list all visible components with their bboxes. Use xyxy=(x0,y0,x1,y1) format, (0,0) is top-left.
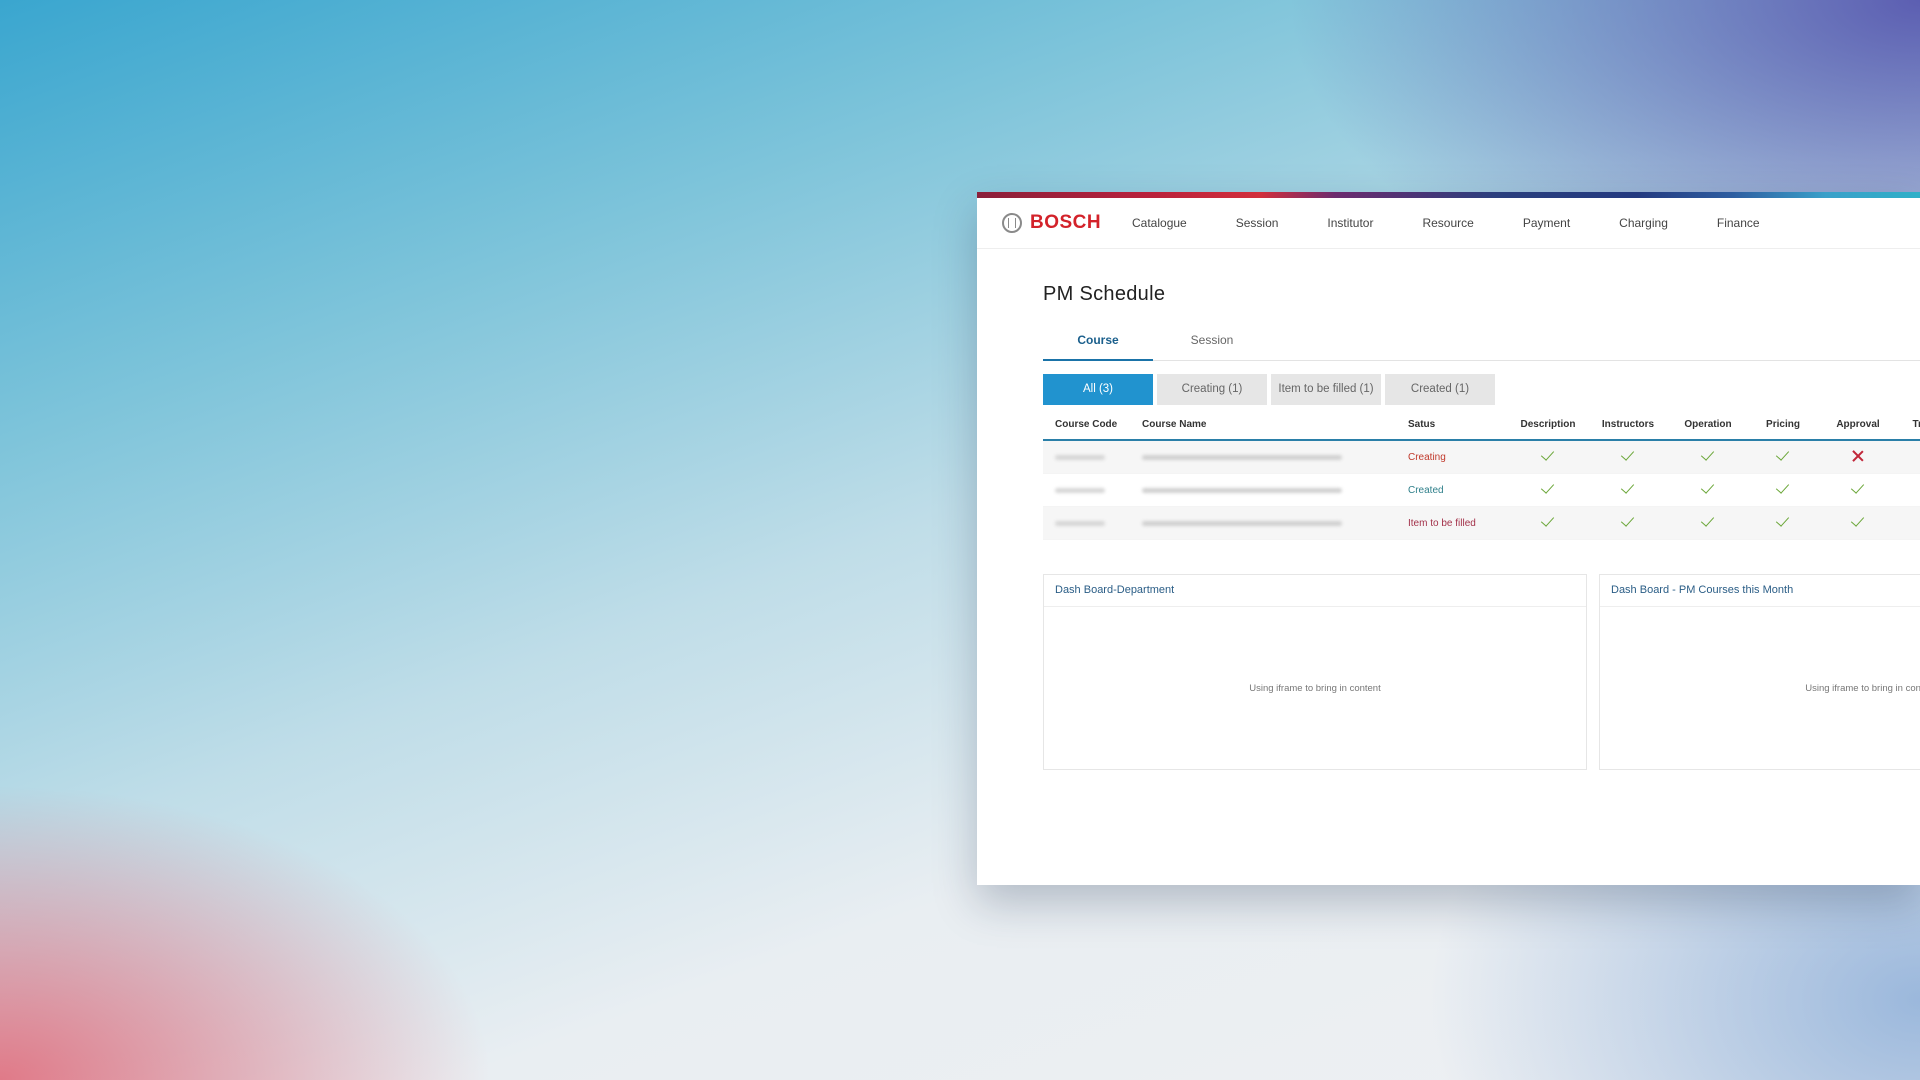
check-icon xyxy=(1700,481,1716,497)
table-header-row: Course Code Course Name Satus Descriptio… xyxy=(1043,409,1920,441)
column-header-course-name[interactable]: Course Name xyxy=(1142,409,1408,441)
column-header-operation[interactable]: Operation xyxy=(1668,409,1748,441)
course-code-cell xyxy=(1043,506,1142,540)
course-name-cell xyxy=(1142,506,1408,540)
brand-logo[interactable]: BOSCH xyxy=(1002,212,1132,234)
table-row[interactable]: Created xyxy=(1043,473,1920,507)
filter-all-button[interactable]: All (3) xyxy=(1043,374,1153,405)
column-header-status[interactable]: Satus xyxy=(1408,409,1508,441)
check-icon xyxy=(1775,514,1791,530)
cross-icon xyxy=(1850,448,1866,464)
top-navigation: BOSCH Catalogue Session Institutor Resou… xyxy=(977,198,1920,249)
check-icon xyxy=(1775,481,1791,497)
app-window: BOSCH Catalogue Session Institutor Resou… xyxy=(977,192,1920,885)
dashboard-pm-courses-panel: Dash Board - PM Courses this Month Using… xyxy=(1599,574,1920,770)
status-badge: Created xyxy=(1408,473,1508,507)
check-icon xyxy=(1620,448,1636,464)
filter-creating-button[interactable]: Creating (1) xyxy=(1157,374,1267,405)
course-table: Course Code Course Name Satus Descriptio… xyxy=(1043,409,1920,540)
nav-item-catalogue[interactable]: Catalogue xyxy=(1132,216,1187,230)
course-name-cell xyxy=(1142,473,1408,507)
status-filter-bar: All (3) Creating (1) Item to be filled (… xyxy=(1043,374,1920,405)
column-header-instructors[interactable]: Instructors xyxy=(1588,409,1668,441)
check-icon xyxy=(1540,481,1556,497)
tab-course[interactable]: Course xyxy=(1043,323,1153,361)
check-icon xyxy=(1620,481,1636,497)
redacted-course-name xyxy=(1142,487,1342,493)
bosch-logo-icon xyxy=(1002,213,1022,233)
dashboard-panels: Dash Board-Department Using iframe to br… xyxy=(1043,574,1920,770)
redacted-course-name xyxy=(1142,520,1342,526)
dashboard-department-iframe[interactable]: Using iframe to bring in content xyxy=(1044,607,1586,769)
check-icon xyxy=(1850,481,1866,497)
dashboard-pm-courses-title: Dash Board - PM Courses this Month xyxy=(1600,575,1920,607)
tab-bar: Course Session xyxy=(1043,323,1920,361)
check-icon xyxy=(1700,514,1716,530)
nav-item-institutor[interactable]: Institutor xyxy=(1327,216,1373,230)
tab-session[interactable]: Session xyxy=(1157,323,1267,360)
filter-item-to-be-filled-button[interactable]: Item to be filled (1) xyxy=(1271,374,1381,405)
table-row[interactable]: Creating xyxy=(1043,440,1920,474)
redacted-course-name xyxy=(1142,454,1342,460)
dashboard-department-panel: Dash Board-Department Using iframe to br… xyxy=(1043,574,1587,770)
status-badge: Item to be filled xyxy=(1408,506,1508,540)
redacted-course-code xyxy=(1055,454,1105,460)
dashboard-pm-courses-iframe[interactable]: Using iframe to bring in content xyxy=(1600,607,1920,769)
nav-item-payment[interactable]: Payment xyxy=(1523,216,1570,230)
nav-item-resource[interactable]: Resource xyxy=(1422,216,1473,230)
redacted-course-code xyxy=(1055,520,1105,526)
course-code-cell xyxy=(1043,440,1142,474)
check-icon xyxy=(1620,514,1636,530)
brand-name: BOSCH xyxy=(1030,212,1102,233)
check-icon xyxy=(1850,514,1866,530)
status-badge: Creating xyxy=(1408,440,1508,474)
nav-item-charging[interactable]: Charging xyxy=(1619,216,1668,230)
column-header-approval[interactable]: Approval xyxy=(1818,409,1898,441)
dashboard-department-title: Dash Board-Department xyxy=(1044,575,1586,607)
course-code-cell xyxy=(1043,473,1142,507)
column-header-trainm[interactable]: TrainM It xyxy=(1898,409,1920,441)
nav-item-finance[interactable]: Finance xyxy=(1717,216,1760,230)
check-icon xyxy=(1775,448,1791,464)
check-icon xyxy=(1700,448,1716,464)
column-header-description[interactable]: Description xyxy=(1508,409,1588,441)
column-header-course-code[interactable]: Course Code xyxy=(1043,409,1142,441)
filter-created-button[interactable]: Created (1) xyxy=(1385,374,1495,405)
check-icon xyxy=(1540,514,1556,530)
course-name-cell xyxy=(1142,440,1408,474)
main-content: PM Schedule Course Session All (3) Creat… xyxy=(977,283,1920,770)
nav-item-session[interactable]: Session xyxy=(1236,216,1279,230)
page-title: PM Schedule xyxy=(1043,283,1166,305)
column-header-pricing[interactable]: Pricing xyxy=(1748,409,1818,441)
redacted-course-code xyxy=(1055,487,1105,493)
check-icon xyxy=(1540,448,1556,464)
table-row[interactable]: Item to be filled xyxy=(1043,506,1920,540)
